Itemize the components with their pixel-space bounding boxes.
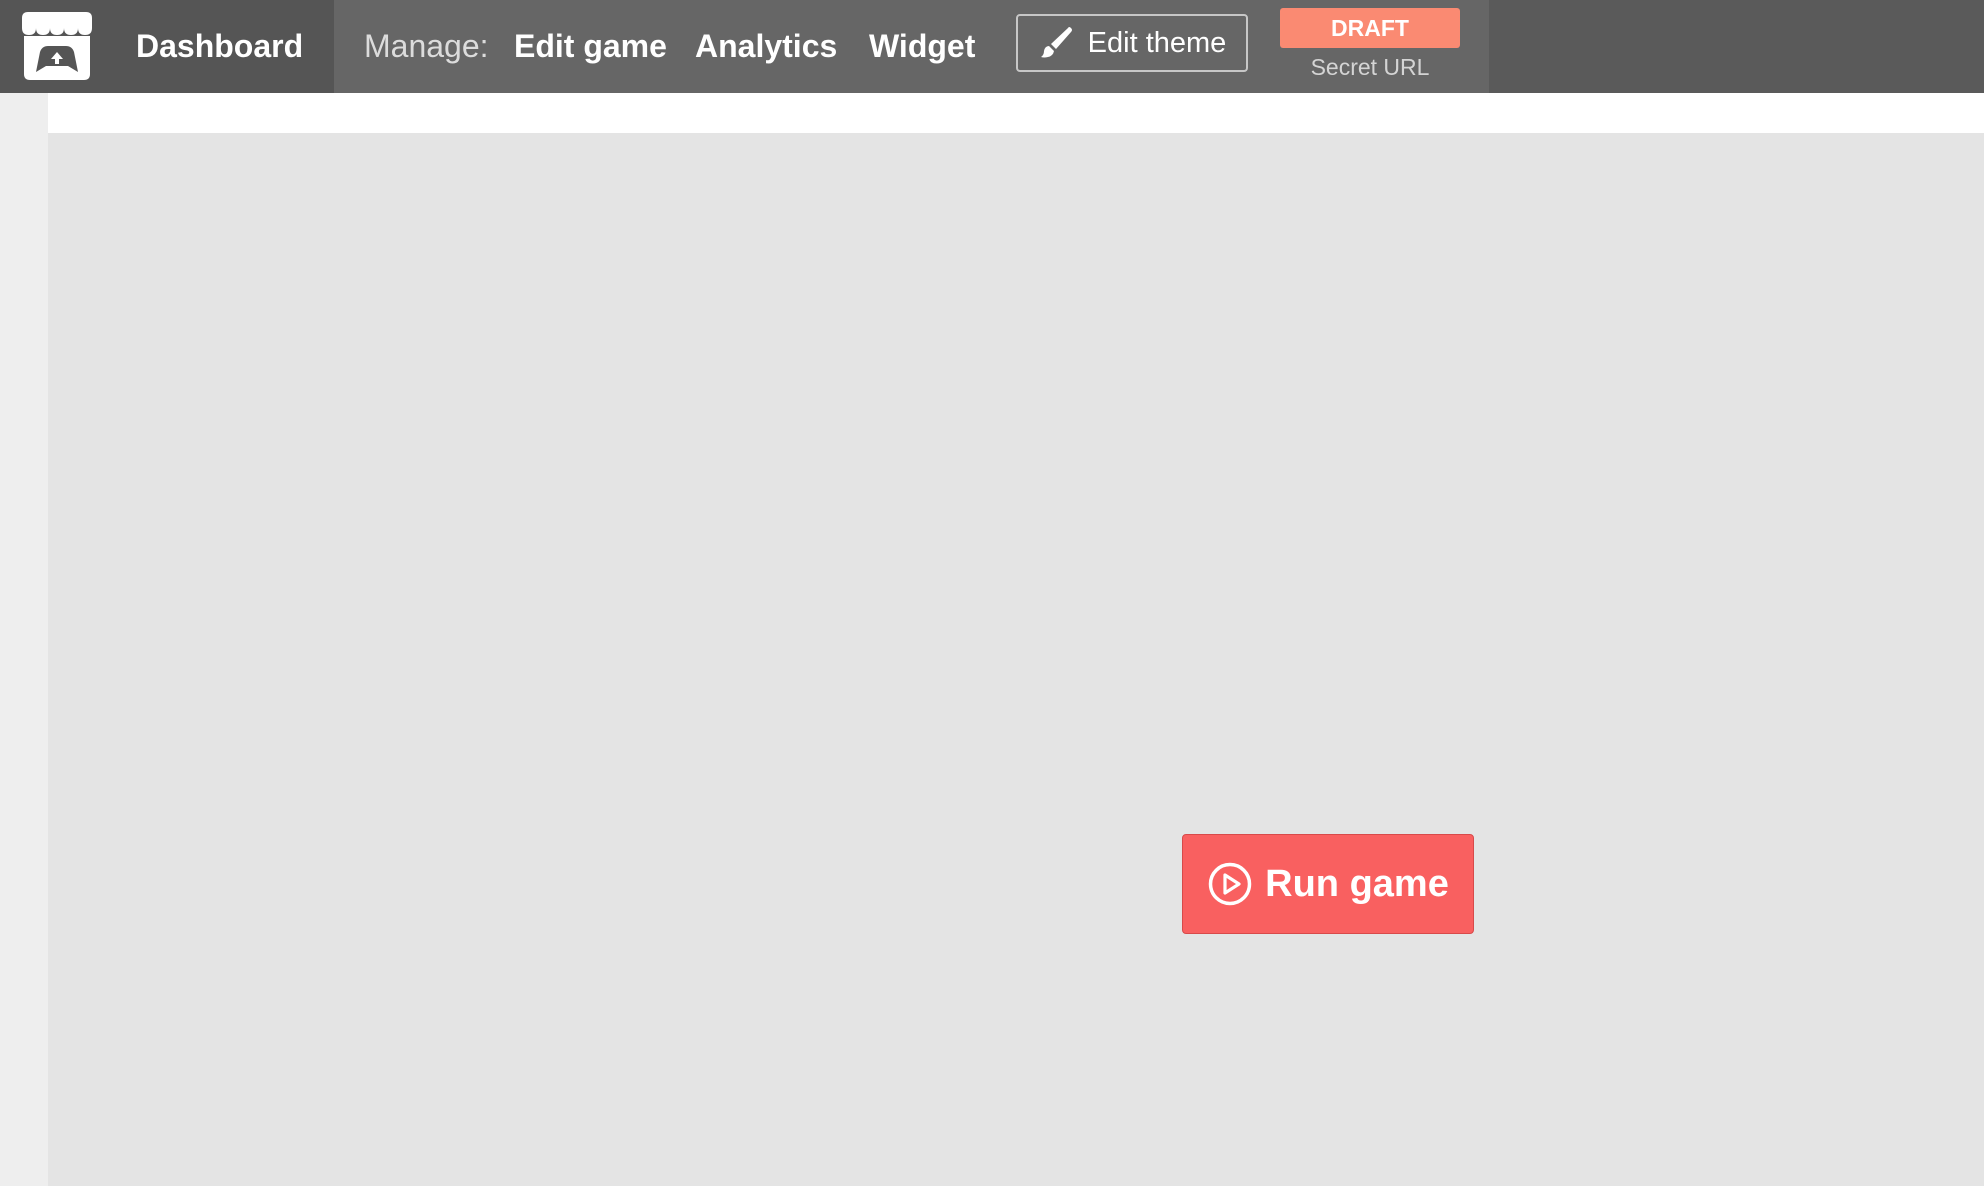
run-game-label: Run game [1265,863,1449,905]
dashboard-link[interactable]: Dashboard [136,26,303,66]
paintbrush-icon [1040,27,1072,58]
manage-bar: Manage: Edit game Analytics Widget Edit … [334,0,1489,93]
widget-link[interactable]: Widget [869,26,975,66]
edit-theme-button[interactable]: Edit theme [1016,14,1248,72]
edit-game-link[interactable]: Edit game [514,26,667,66]
secret-url-link[interactable]: Secret URL [1280,52,1460,82]
analytics-link[interactable]: Analytics [695,26,837,66]
dashboard-section: Dashboard [0,0,334,93]
itch-store-icon[interactable] [16,8,98,82]
manage-label: Manage: [364,28,489,64]
top-navigation-bar: Dashboard Manage: Edit game Analytics Wi… [0,0,1984,93]
edit-theme-label: Edit theme [1087,27,1227,59]
left-gutter [0,93,48,1186]
play-circle-icon [1208,862,1252,906]
run-game-button[interactable]: Run game [1182,834,1474,934]
draft-status-badge: DRAFT [1280,8,1460,48]
game-embed-frame [48,133,1984,1186]
header-strip [48,93,1984,133]
